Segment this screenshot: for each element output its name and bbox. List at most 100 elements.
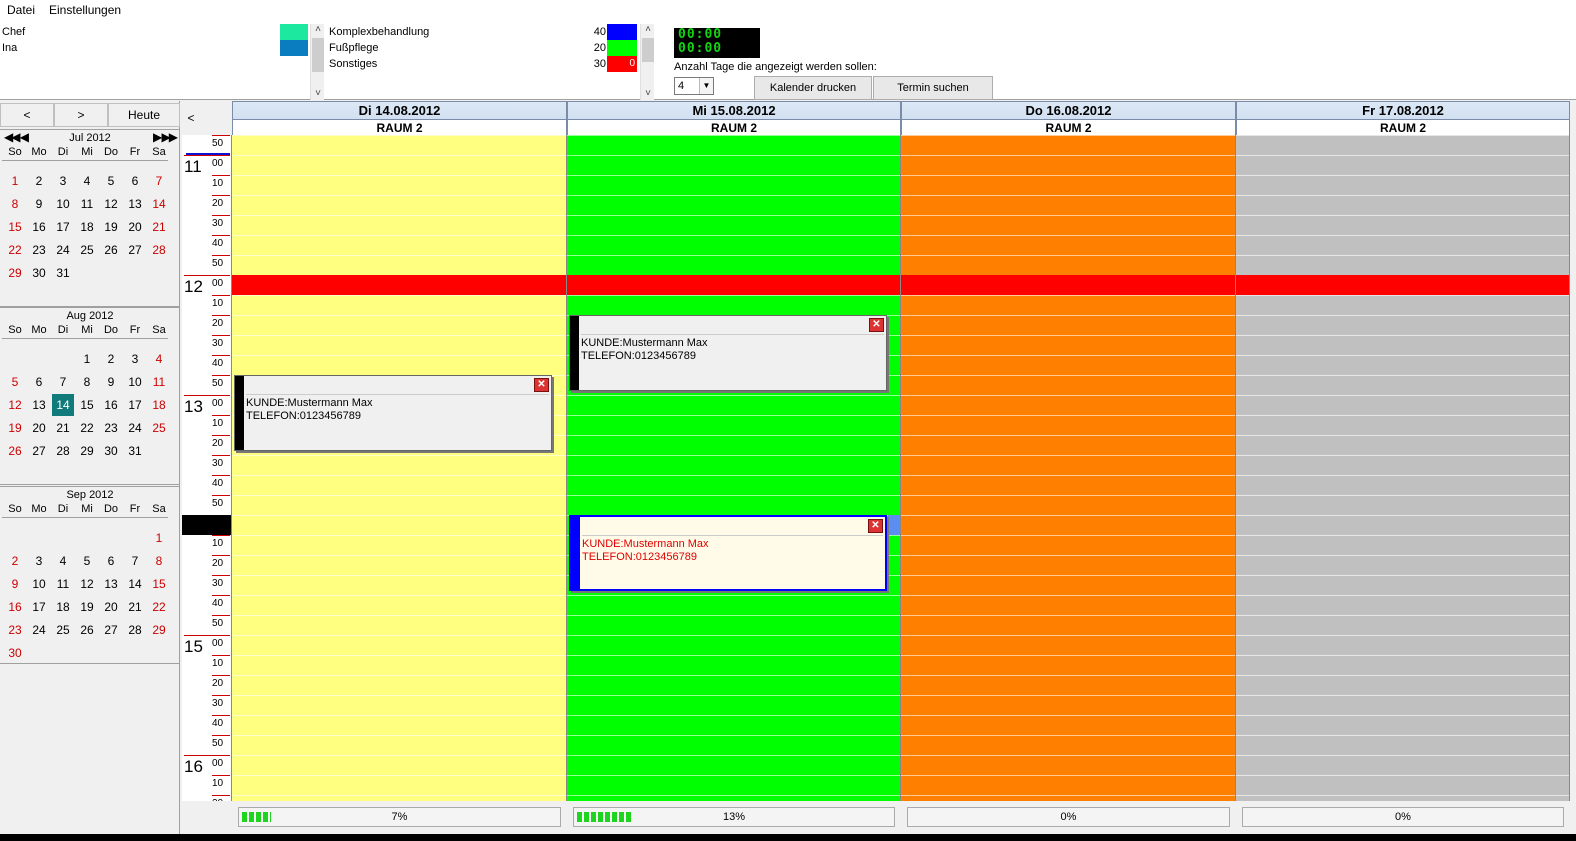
close-icon[interactable]: ✕ (534, 378, 549, 392)
calendar-day[interactable]: 5 (4, 371, 26, 393)
print-calendar-button[interactable]: Kalender drucken (754, 76, 872, 100)
collapse-icon[interactable]: < (182, 101, 200, 135)
scroll-up-icon[interactable]: ˄ (641, 24, 655, 36)
calendar-day[interactable]: 31 (124, 440, 146, 462)
calendar-day[interactable]: 9 (100, 371, 122, 393)
calendar-day[interactable]: 12 (100, 193, 122, 215)
calendar-day[interactable]: 8 (76, 371, 98, 393)
appointment-card[interactable]: ✕ KUNDE:Mustermann Max TELEFON:012345678… (569, 515, 887, 591)
day-column[interactable]: ✕ KUNDE:Mustermann Max TELEFON:012345678… (567, 135, 901, 801)
calendar-day[interactable]: 18 (52, 596, 74, 618)
calendar-day[interactable]: 21 (52, 417, 74, 439)
calendar-day[interactable]: 9 (28, 193, 50, 215)
days-count-select[interactable]: 4 ▼ (674, 77, 714, 95)
scroll-down-icon[interactable]: ˅ (311, 88, 325, 100)
calendar-day[interactable]: 10 (52, 193, 74, 215)
scroll-down-icon[interactable]: ˅ (641, 88, 655, 100)
calendar-day[interactable]: 28 (52, 440, 74, 462)
calendar-day[interactable]: 20 (28, 417, 50, 439)
calendar-day[interactable]: 8 (4, 193, 26, 215)
calendar-day[interactable]: 2 (4, 550, 26, 572)
day-column[interactable]: ✕ KUNDE:Mustermann Max TELEFON:012345678… (232, 135, 567, 801)
calendar-day[interactable]: 20 (124, 216, 146, 238)
staff-row-chef[interactable]: Chef (0, 24, 310, 40)
calendar-day[interactable]: 16 (100, 394, 122, 416)
day-header[interactable]: Do 16.08.2012 RAUM 2 (901, 101, 1236, 136)
calendar-day[interactable]: 7 (124, 550, 146, 572)
calendar-day[interactable]: 26 (76, 619, 98, 641)
calendar-day[interactable]: 8 (148, 550, 170, 572)
calendar-day[interactable]: 15 (76, 394, 98, 416)
calendar-day[interactable]: 10 (124, 371, 146, 393)
calendar-day[interactable]: 24 (52, 239, 74, 261)
calendar-day[interactable]: 21 (124, 596, 146, 618)
treatment-list[interactable]: Komplexbehandlung 40 Fußpflege 20 Sonsti… (326, 24, 654, 100)
calendar-day[interactable]: 22 (148, 596, 170, 618)
calendar-day[interactable]: 11 (76, 193, 98, 215)
calendar-day[interactable]: 7 (52, 371, 74, 393)
day-column[interactable] (1236, 135, 1570, 801)
calendar-day[interactable]: 26 (100, 239, 122, 261)
calendar-day[interactable]: 1 (76, 348, 98, 370)
close-icon[interactable]: ✕ (868, 519, 883, 533)
treatment-row[interactable]: Komplexbehandlung 40 (326, 24, 638, 40)
calendar-day[interactable]: 28 (124, 619, 146, 641)
scroll-up-icon[interactable]: ˄ (311, 24, 325, 36)
calendar-day[interactable]: 5 (100, 170, 122, 192)
calendar-day[interactable]: 19 (4, 417, 26, 439)
calendar-day[interactable]: 17 (124, 394, 146, 416)
calendar-day[interactable]: 15 (4, 216, 26, 238)
appointment-card[interactable]: ✕ KUNDE:Mustermann Max TELEFON:012345678… (569, 315, 887, 391)
appointment-card[interactable]: ✕ KUNDE:Mustermann Max TELEFON:012345678… (234, 375, 552, 451)
calendar-day[interactable]: 13 (28, 394, 50, 416)
calendar-day[interactable]: 3 (52, 170, 74, 192)
search-appointment-button[interactable]: Termin suchen (873, 76, 993, 100)
calendar-day[interactable]: 6 (28, 371, 50, 393)
prev-month-arrows-icon[interactable]: ◀◀ ◀ (4, 130, 29, 144)
calendar-day[interactable]: 7 (148, 170, 170, 192)
menu-datei[interactable]: Datei (0, 0, 42, 20)
calendar-day[interactable]: 30 (100, 440, 122, 462)
calendar-day[interactable]: 4 (52, 550, 74, 572)
calendar-day[interactable]: 23 (28, 239, 50, 261)
chevron-down-icon[interactable]: ▼ (699, 78, 713, 94)
calendar-day[interactable]: 17 (28, 596, 50, 618)
calendar-day[interactable]: 1 (4, 170, 26, 192)
calendar-day[interactable]: 2 (28, 170, 50, 192)
calendar-day[interactable]: 13 (100, 573, 122, 595)
calendar-day[interactable]: 12 (76, 573, 98, 595)
staff-list[interactable]: Chef Ina ˄ ˅ (0, 24, 324, 100)
calendar-day[interactable]: 1 (148, 527, 170, 549)
calendar-day[interactable]: 16 (4, 596, 26, 618)
calendar-day[interactable]: 15 (148, 573, 170, 595)
calendar-day[interactable]: 30 (4, 642, 26, 664)
prev-month-button[interactable]: < (0, 103, 54, 127)
calendar-day[interactable]: 5 (76, 550, 98, 572)
day-column[interactable] (901, 135, 1236, 801)
calendar-day[interactable]: 24 (28, 619, 50, 641)
scroll-thumb[interactable] (642, 38, 654, 62)
calendar-day[interactable]: 25 (76, 239, 98, 261)
calendar-day[interactable]: 17 (52, 216, 74, 238)
calendar-day[interactable]: 29 (148, 619, 170, 641)
calendar-day[interactable]: 27 (28, 440, 50, 462)
calendar-day[interactable]: 19 (76, 596, 98, 618)
staff-row-ina[interactable]: Ina (0, 40, 310, 56)
calendar-day[interactable]: 14 (124, 573, 146, 595)
calendar-day[interactable]: 14 (52, 394, 74, 416)
calendar-day[interactable]: 6 (124, 170, 146, 192)
calendar-day[interactable]: 4 (76, 170, 98, 192)
day-header[interactable]: Fr 17.08.2012 RAUM 2 (1236, 101, 1570, 136)
calendar-day[interactable]: 4 (148, 348, 170, 370)
calendar-day[interactable]: 31 (52, 262, 74, 284)
calendar-day[interactable]: 10 (28, 573, 50, 595)
calendar-day[interactable]: 12 (4, 394, 26, 416)
today-button[interactable]: Heute (108, 103, 180, 127)
staff-scrollbar[interactable]: ˄ ˅ (310, 24, 324, 100)
day-header[interactable]: Di 14.08.2012 RAUM 2 (232, 101, 567, 136)
next-month-button[interactable]: > (54, 103, 108, 127)
calendar-day[interactable]: 23 (4, 619, 26, 641)
scroll-thumb[interactable] (312, 38, 324, 72)
calendar-day[interactable]: 2 (100, 348, 122, 370)
calendar-day[interactable]: 16 (28, 216, 50, 238)
